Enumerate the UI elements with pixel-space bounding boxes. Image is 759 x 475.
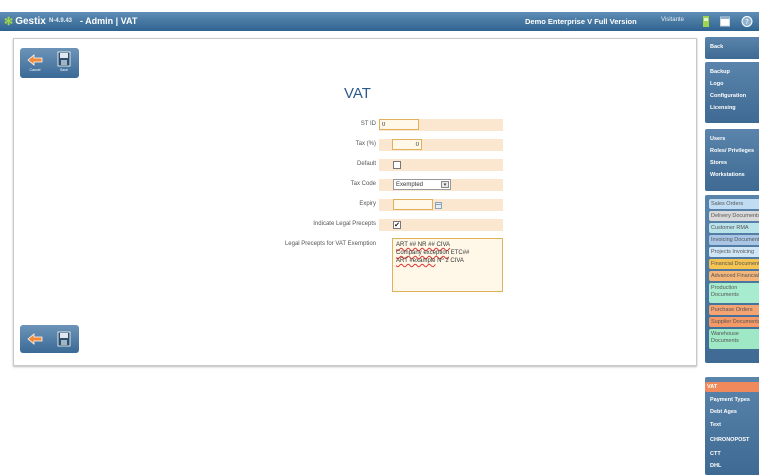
sidebar-settings-block: VAT Payment Types Debt Ages Text CHRONOP… (705, 377, 759, 475)
cancel-button[interactable]: Cancel (26, 53, 44, 72)
legal-precepts-row: Indicate Legal Precepts (14, 219, 376, 231)
sidebar-item-workstations[interactable]: Workstations (710, 172, 745, 178)
app-name: Gestix (15, 16, 46, 27)
sidebar-item-customer-rma[interactable]: Customer RMA (709, 223, 759, 233)
app-logo[interactable]: ✻ Gestix (4, 15, 46, 28)
expiry-label: Expiry (359, 201, 376, 207)
edition-label: Demo Enterprise V Full Version (525, 17, 637, 26)
sidebar-back-block: Back (705, 37, 759, 59)
tax-code-select[interactable]: Exempted ▾ (393, 179, 451, 190)
stid-row: ST ID (14, 119, 376, 131)
tax-label: Tax (%) (355, 141, 376, 147)
help-icon[interactable]: ? (741, 15, 753, 28)
cancel-label: Cancel (29, 68, 41, 72)
exemption-label: Legal Precepts for VAT Exemption (284, 241, 376, 247)
sidebar-item-roles[interactable]: Roles/ Privileges (710, 148, 754, 154)
stid-label: ST ID (360, 121, 376, 127)
sidebar-item-ctt[interactable]: CTT (710, 451, 721, 457)
gestix-logo-icon: ✻ (4, 16, 14, 28)
back-arrow-icon (27, 333, 43, 345)
chevron-down-icon: ▾ (441, 181, 449, 188)
sidebar-item-invoicing-documents[interactable]: Invoicing Documents (709, 235, 759, 245)
stid-input[interactable] (379, 119, 419, 130)
sidebar-item-advanced-financial[interactable]: Advanced Financial (709, 271, 759, 281)
user-icon[interactable] (700, 15, 712, 28)
form-panel: Cancel Save VAT ST ID Tax (%) Default Ta… (13, 38, 697, 366)
cancel-button-bottom[interactable] (26, 332, 44, 346)
sidebar-item-purchase-orders[interactable]: Purchase Orders (709, 305, 759, 315)
floppy-disk-icon (57, 51, 71, 67)
legal-precepts-label: Indicate Legal Precepts (313, 221, 376, 227)
exemption-line-2b: ETC## (449, 250, 470, 256)
top-bar: ✻ Gestix N-4.9.43 - Admin | VAT Demo Ent… (0, 12, 759, 31)
toolbar-bottom (20, 325, 79, 353)
visitors-label: Visitante (661, 17, 684, 23)
sidebar-item-payment-types[interactable]: Payment Types (710, 397, 750, 403)
sidebar-users-block: Users Roles/ Privileges Stores Workstati… (705, 129, 759, 191)
exemption-row: Legal Precepts for VAT Exemption (14, 239, 376, 251)
toolbar-top: Cancel Save (20, 48, 79, 78)
sidebar-item-licensing[interactable]: Licensing (710, 105, 736, 111)
exemption-textarea[interactable]: ART ## NR ## CIVA Company exception ETC#… (392, 238, 503, 292)
sidebar-documents-block: Sales Orders Delivery Documents Customer… (705, 195, 759, 363)
sidebar-item-production-documents[interactable]: Production Documents (709, 283, 759, 303)
sidebar-item-supplier-documents[interactable]: Supplier Documents (709, 317, 759, 327)
sidebar-item-text[interactable]: Text (710, 422, 721, 428)
sidebar-item-configuration[interactable]: Configuration (710, 93, 746, 99)
save-button[interactable]: Save (55, 51, 73, 72)
sidebar-item-stores[interactable]: Stores (710, 160, 727, 166)
default-checkbox[interactable] (393, 161, 401, 169)
sidebar-item-financial-documents[interactable]: Financial Documents (709, 259, 759, 269)
sidebar-item-delivery-documents[interactable]: Delivery Documents (709, 211, 759, 221)
tax-code-value: Exempted (396, 182, 424, 188)
window-title: - Admin | VAT (80, 16, 138, 26)
default-label: Default (356, 161, 376, 167)
sidebar-item-dhl[interactable]: DHL (710, 463, 721, 469)
sidebar-item-logo[interactable]: Logo (710, 81, 723, 87)
sidebar-item-sales-orders[interactable]: Sales Orders (709, 199, 759, 209)
sidebar-item-chronopost[interactable]: CHRONOPOST (710, 437, 749, 443)
page-title: VAT (344, 85, 371, 102)
tax-code-label: Tax Code (350, 181, 376, 187)
floppy-disk-icon (57, 331, 71, 347)
exemption-line-1: ART ## NR ## CIVA (396, 242, 451, 248)
exemption-line-3b: Nº 2 CIVA (435, 258, 464, 264)
svg-text:?: ? (745, 18, 749, 26)
tax-code-row: Tax Code (14, 179, 376, 191)
sidebar-item-vat[interactable]: VAT (705, 382, 759, 392)
exemption-line-3a: ART #example (396, 258, 436, 264)
sidebar-item-warehouse-documents[interactable]: Warehouse Documents (709, 329, 759, 349)
expiry-input[interactable] (393, 199, 433, 210)
tax-row: Tax (%) (14, 139, 376, 151)
sidebar-item-projects-invoicing[interactable]: Projects Invoicing (709, 247, 759, 257)
calendar-icon[interactable] (435, 202, 442, 209)
expiry-row: Expiry (14, 199, 376, 211)
sidebar-item-debt-ages[interactable]: Debt Ages (710, 409, 737, 415)
save-label: Save (60, 68, 68, 72)
save-button-bottom[interactable] (55, 331, 73, 347)
back-arrow-icon (27, 54, 43, 66)
window-icon[interactable] (719, 15, 731, 28)
sidebar-item-back[interactable]: Back (710, 44, 723, 50)
tax-input[interactable] (392, 139, 422, 150)
sidebar-item-users[interactable]: Users (710, 136, 725, 142)
exemption-line-2a: Company exception (396, 250, 450, 256)
sidebar-item-backup[interactable]: Backup (710, 69, 730, 75)
legal-precepts-checkbox[interactable]: ✔ (393, 221, 401, 229)
app-version: N-4.9.43 (49, 18, 73, 24)
sidebar-system-block: Backup Logo Configuration Licensing (705, 62, 759, 123)
default-row: Default (14, 159, 376, 171)
